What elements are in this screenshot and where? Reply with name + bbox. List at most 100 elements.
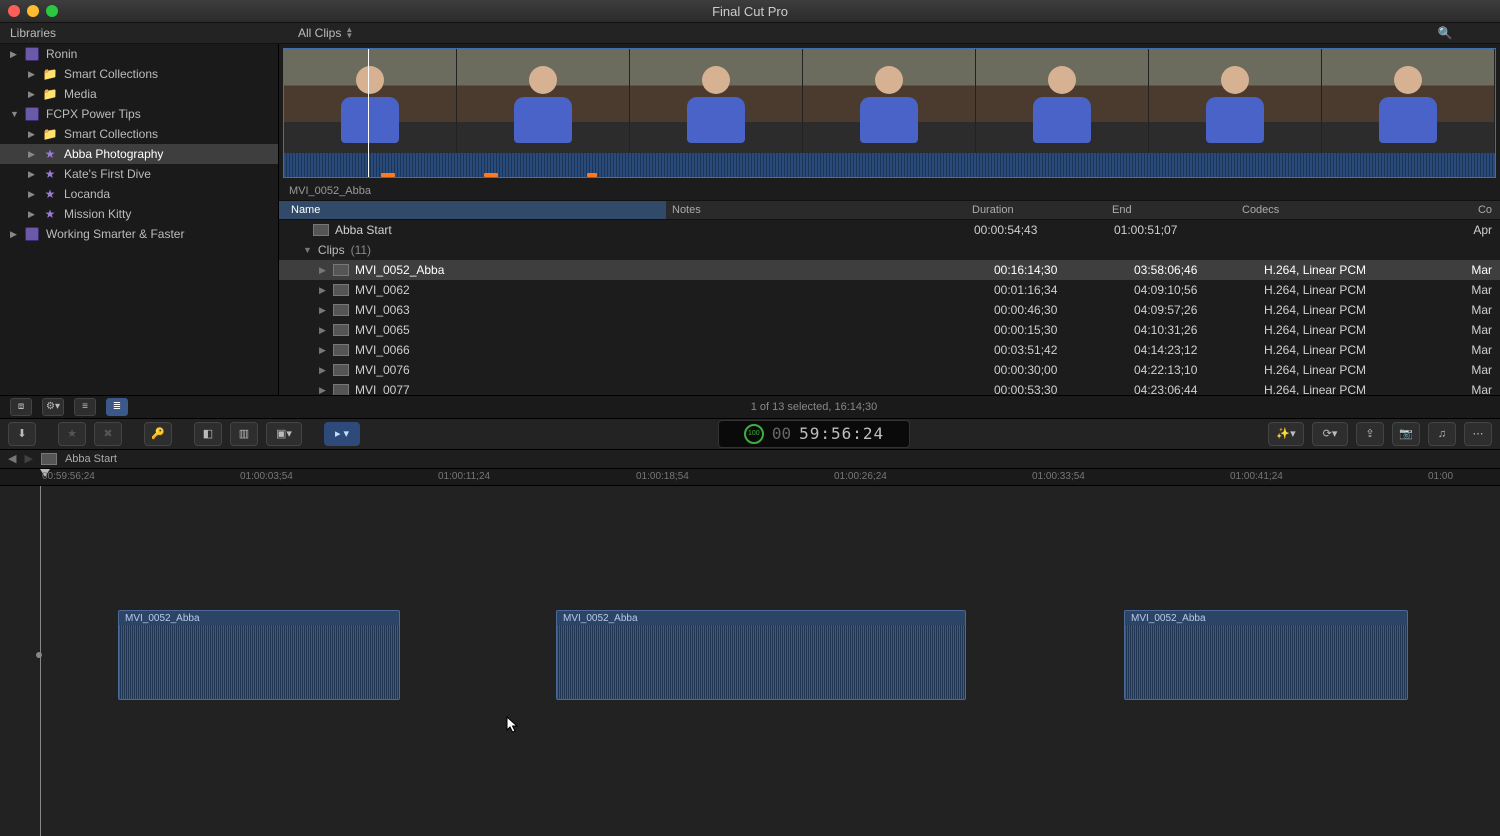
filmstrip-view-button[interactable]: ≡ xyxy=(74,398,96,416)
event-icon: ★ xyxy=(42,147,58,161)
keyword-button[interactable]: 🔑 xyxy=(144,422,172,446)
disclosure-icon[interactable]: ▶ xyxy=(10,49,18,60)
clip-row[interactable]: ▶MVI_006300:00:46;3004:09:57;26H.264, Li… xyxy=(279,300,1500,320)
app-title: Final Cut Pro xyxy=(0,4,1500,19)
window-titlebar: Final Cut Pro xyxy=(0,0,1500,23)
disclosure-icon[interactable]: ▶ xyxy=(10,229,18,240)
clip-row[interactable]: ▶MVI_0052_Abba00:16:14;3003:58:06;46H.26… xyxy=(279,260,1500,280)
insert-clip-button[interactable]: ▥ xyxy=(230,422,258,446)
ruler-tick: 01:00 xyxy=(1428,471,1453,482)
sidebar-item[interactable]: ▶📁Smart Collections xyxy=(0,124,278,144)
col-name[interactable]: Name xyxy=(279,201,666,219)
clip-row[interactable]: ▶MVI_007700:00:53;3004:23:06;44H.264, Li… xyxy=(279,380,1500,395)
download-button[interactable]: ⬇ xyxy=(8,422,36,446)
col-codecs[interactable]: Codecs xyxy=(1242,201,1442,219)
timeline-clip[interactable]: MVI_0052_Abba xyxy=(1124,610,1408,700)
sidebar-item[interactable]: ▶★Kate's First Dive xyxy=(0,164,278,184)
sidebar-item-label: Ronin xyxy=(46,47,77,61)
import-button[interactable]: ⧈ xyxy=(10,398,32,416)
disclosure-icon[interactable]: ▶ xyxy=(28,89,36,100)
timeline-back-button[interactable]: ◀ xyxy=(8,452,16,465)
enhance-menu[interactable]: ✨▾ xyxy=(1268,422,1304,446)
disclosure-icon[interactable]: ▶ xyxy=(28,209,36,220)
timeline-forward-button[interactable]: ▶ xyxy=(24,452,32,465)
sidebar-item[interactable]: ▶ ★ Mission Kitty xyxy=(0,204,278,224)
skimmer-filmstrip[interactable] xyxy=(283,48,1496,178)
sidebar-item[interactable]: ▶ Working Smarter & Faster xyxy=(0,224,278,244)
project-row[interactable]: Abba Start00:00:54;4301:00:51;07Apr xyxy=(279,220,1500,240)
favorite-button[interactable]: ★ xyxy=(58,422,86,446)
ruler-tick: 01:00:18;54 xyxy=(636,471,689,482)
append-clip-button[interactable]: ▣▾ xyxy=(266,422,302,446)
clips-group-header[interactable]: ▼Clips (11) xyxy=(279,240,1500,260)
disclosure-icon[interactable]: ▶ xyxy=(28,129,36,140)
clip-thumb-icon xyxy=(333,344,349,356)
clip-row[interactable]: ▶MVI_006200:01:16;3404:09:10;56H.264, Li… xyxy=(279,280,1500,300)
music-button[interactable]: ♫ xyxy=(1428,422,1456,446)
row-name: MVI_0076 xyxy=(355,363,410,377)
browser-column-header: Name Notes Duration End Codecs Co xyxy=(279,200,1500,220)
timeline-header: ◀ ▶ Abba Start xyxy=(0,450,1500,469)
col-end[interactable]: End xyxy=(1112,201,1242,219)
clip-thumb-icon xyxy=(333,264,349,276)
disclosure-icon[interactable]: ▶ xyxy=(28,69,36,80)
retime-menu[interactable]: ⟳▾ xyxy=(1312,422,1348,446)
allclips-label: All Clips xyxy=(298,26,341,40)
timeline-clip-label: MVI_0052_Abba xyxy=(1131,613,1206,624)
ruler-tick: 01:00:33;54 xyxy=(1032,471,1085,482)
snapshot-button[interactable]: 📷 xyxy=(1392,422,1420,446)
search-icon[interactable]: 🔍 xyxy=(1438,26,1453,40)
settings-button[interactable]: ⚙▾ xyxy=(42,398,64,416)
clip-thumb-icon xyxy=(333,284,349,296)
primary-storyline[interactable]: MVI_0052_Abba MVI_0052_Abba MVI_0052_Abba xyxy=(0,610,1500,698)
list-view-button[interactable]: ≣ xyxy=(106,398,128,416)
ruler-tick: 00:59:56;24 xyxy=(42,471,95,482)
col-co[interactable]: Co xyxy=(1442,201,1500,219)
clip-row[interactable]: ▶MVI_007600:00:30;0004:22:13;10H.264, Li… xyxy=(279,360,1500,380)
timeline[interactable]: MVI_0052_Abba MVI_0052_Abba MVI_0052_Abba xyxy=(0,486,1500,836)
more-button[interactable]: ⋯ xyxy=(1464,422,1492,446)
sidebar-item[interactable]: ▶★Locanda xyxy=(0,184,278,204)
sidebar-item-label: Working Smarter & Faster xyxy=(46,227,184,241)
clip-thumb-icon xyxy=(333,364,349,376)
selection-status: 1 of 13 selected, 16:14;30 xyxy=(138,401,1490,413)
col-duration[interactable]: Duration xyxy=(972,201,1112,219)
timecode-display[interactable]: 100 00 59:56:24 xyxy=(718,420,910,448)
share-button[interactable]: ⇪ xyxy=(1356,422,1384,446)
clip-thumb-icon xyxy=(333,384,349,395)
row-name: MVI_0063 xyxy=(355,303,410,317)
disclosure-icon[interactable]: ▶ xyxy=(28,189,36,200)
sidebar-item-label: Smart Collections xyxy=(64,67,158,81)
clapper-icon xyxy=(313,224,329,236)
background-tasks-icon[interactable]: 100 xyxy=(744,424,764,444)
clip-row[interactable]: ▶MVI_006600:03:51;4204:14:23;12H.264, Li… xyxy=(279,340,1500,360)
col-notes[interactable]: Notes xyxy=(666,201,972,219)
event-icon: ★ xyxy=(42,207,58,221)
folder-icon: 📁 xyxy=(42,127,58,141)
sidebar-item[interactable]: ▶📁Smart Collections xyxy=(0,64,278,84)
connect-clip-button[interactable]: ◧ xyxy=(194,422,222,446)
timeline-clip-label: MVI_0052_Abba xyxy=(563,613,638,624)
sidebar-item[interactable]: ▼FCPX Power Tips xyxy=(0,104,278,124)
row-name: MVI_0052_Abba xyxy=(355,263,444,277)
disclosure-icon[interactable]: ▶ xyxy=(28,149,36,160)
sidebar-item[interactable]: ▶★Abba Photography xyxy=(0,144,278,164)
timeline-clip-label: MVI_0052_Abba xyxy=(125,613,200,624)
allclips-filter[interactable]: All Clips ▲▼ xyxy=(288,26,1390,40)
disclosure-icon[interactable]: ▼ xyxy=(10,109,18,119)
sidebar-item-label: Mission Kitty xyxy=(64,207,131,221)
sidebar-item[interactable]: ▶ Ronin xyxy=(0,44,278,64)
reject-button[interactable]: ✖ xyxy=(94,422,122,446)
library-icon xyxy=(24,107,40,121)
event-icon: ★ xyxy=(42,167,58,181)
timecode-value: 59:56:24 xyxy=(799,424,884,443)
select-tool[interactable]: ▸ ▾ xyxy=(324,422,360,446)
timeline-clip[interactable]: MVI_0052_Abba xyxy=(118,610,400,700)
timeline-ruler[interactable]: 00:59:56;2401:00:03;5401:00:11;2401:00:1… xyxy=(0,469,1500,486)
timeline-clip[interactable]: MVI_0052_Abba xyxy=(556,610,966,700)
clip-row[interactable]: ▶MVI_006500:00:15;3004:10:31;26H.264, Li… xyxy=(279,320,1500,340)
libraries-header: Libraries xyxy=(0,26,288,40)
disclosure-icon[interactable]: ▶ xyxy=(28,169,36,180)
sidebar-item[interactable]: ▶📁Media xyxy=(0,84,278,104)
row-name: MVI_0062 xyxy=(355,283,410,297)
